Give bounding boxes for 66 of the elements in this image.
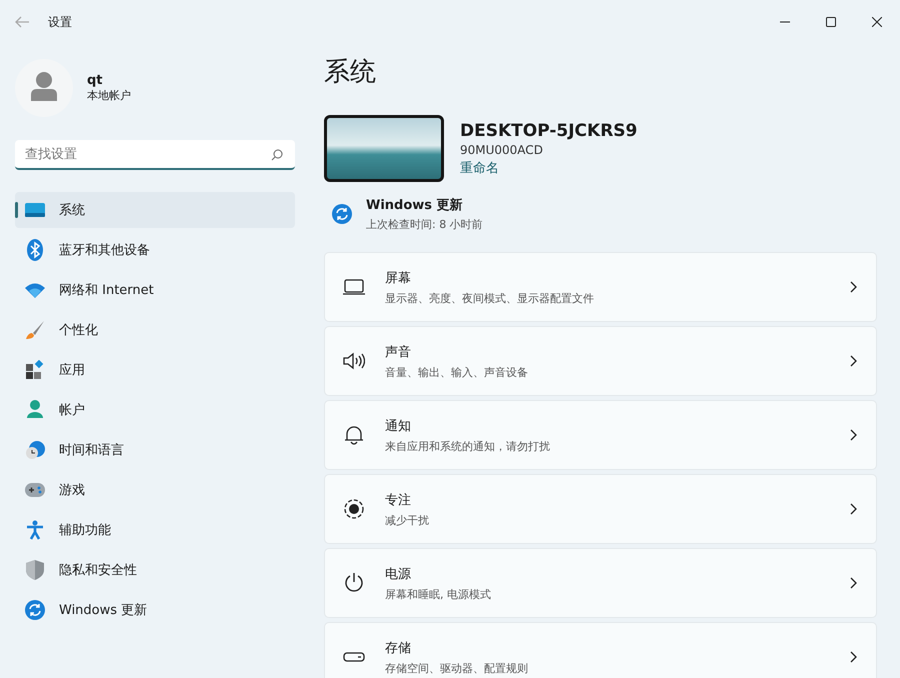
card-title: 存储 xyxy=(385,640,412,656)
bell-icon xyxy=(343,425,365,445)
device-name: DESKTOP-5JCKRS9 xyxy=(460,120,638,140)
card-subtitle: 音量、输出、输入、声音设备 xyxy=(385,364,529,380)
shield-icon xyxy=(25,560,45,580)
update-title[interactable]: Windows 更新 xyxy=(366,196,483,214)
chevron-icon xyxy=(850,429,858,441)
chevron-icon xyxy=(850,355,858,367)
sidebar-item[interactable]: 游戏 xyxy=(15,472,295,508)
person-icon xyxy=(25,400,45,420)
update-icon xyxy=(332,204,352,224)
gamepad-icon xyxy=(25,483,45,497)
sidebar-item[interactable]: 帐户 xyxy=(15,392,295,428)
brush-icon xyxy=(25,320,45,340)
settings-card[interactable]: 通知 来自应用和系统的通知，请勿打扰 xyxy=(324,400,877,470)
sidebar-item[interactable]: 个性化 xyxy=(15,312,295,348)
sidebar-item[interactable]: 时间和语言 xyxy=(15,432,295,468)
window-title: 设置 xyxy=(48,14,72,30)
card-title: 声音 xyxy=(385,344,412,360)
update-status: 上次检查时间: 8 小时前 xyxy=(366,217,483,232)
sound-icon xyxy=(343,352,365,370)
sidebar-item[interactable]: 辅助功能 xyxy=(15,512,295,548)
close-icon xyxy=(872,17,882,27)
storage-icon xyxy=(343,651,365,663)
account-name: qt xyxy=(87,73,104,88)
card-title: 电源 xyxy=(385,566,412,582)
settings-card[interactable]: 声音 音量、输出、输入、声音设备 xyxy=(324,326,877,396)
sidebar-item[interactable]: Windows 更新 xyxy=(15,592,295,628)
settings-card[interactable]: 存储 存储空间、驱动器、配置规则 xyxy=(324,622,877,678)
chevron-icon xyxy=(850,503,858,515)
sidebar-item[interactable]: 系统 xyxy=(15,192,295,228)
card-subtitle: 显示器、亮度、夜间模式、显示器配置文件 xyxy=(385,290,595,306)
search-field[interactable]: 查找设置 xyxy=(15,140,295,170)
power-icon xyxy=(343,572,365,594)
sidebar-item[interactable]: 应用 xyxy=(15,352,295,388)
wifi-icon xyxy=(25,282,45,298)
card-title: 专注 xyxy=(385,492,412,508)
account-type: 本地帐户 xyxy=(87,88,131,103)
page-title: 系统 xyxy=(324,56,377,89)
card-subtitle: 减少干扰 xyxy=(385,512,430,528)
card-subtitle: 屏幕和睡眠, 电源模式 xyxy=(385,586,492,602)
sidebar-item[interactable]: 隐私和安全性 xyxy=(15,552,295,588)
focus-icon xyxy=(343,498,365,520)
update-icon xyxy=(25,600,45,620)
apps-icon xyxy=(25,360,45,380)
clock-icon xyxy=(25,440,45,460)
chevron-icon xyxy=(850,577,858,589)
search-icon xyxy=(271,149,283,161)
chevron-icon xyxy=(850,281,858,293)
accessibility-icon xyxy=(25,520,45,540)
device-model: 90MU000ACD xyxy=(460,142,544,156)
card-subtitle: 来自应用和系统的通知，请勿打扰 xyxy=(385,438,551,454)
sidebar-item[interactable]: 蓝牙和其他设备 xyxy=(15,232,295,268)
sidebar-item[interactable]: 网络和 Internet xyxy=(15,272,295,308)
card-title: 屏幕 xyxy=(385,270,412,286)
maximize-icon xyxy=(826,17,836,27)
bluetooth-icon xyxy=(25,239,45,261)
settings-card[interactable]: 电源 屏幕和睡眠, 电源模式 xyxy=(324,548,877,618)
card-title: 通知 xyxy=(385,418,412,434)
chevron-icon xyxy=(850,651,858,663)
card-subtitle: 存储空间、驱动器、配置规则 xyxy=(385,660,529,676)
system-icon xyxy=(25,202,45,218)
display-icon xyxy=(343,278,365,296)
settings-card[interactable]: 屏幕 显示器、亮度、夜间模式、显示器配置文件 xyxy=(324,252,877,322)
settings-card[interactable]: 专注 减少干扰 xyxy=(324,474,877,544)
rename-link[interactable]: 重命名 xyxy=(460,160,499,176)
